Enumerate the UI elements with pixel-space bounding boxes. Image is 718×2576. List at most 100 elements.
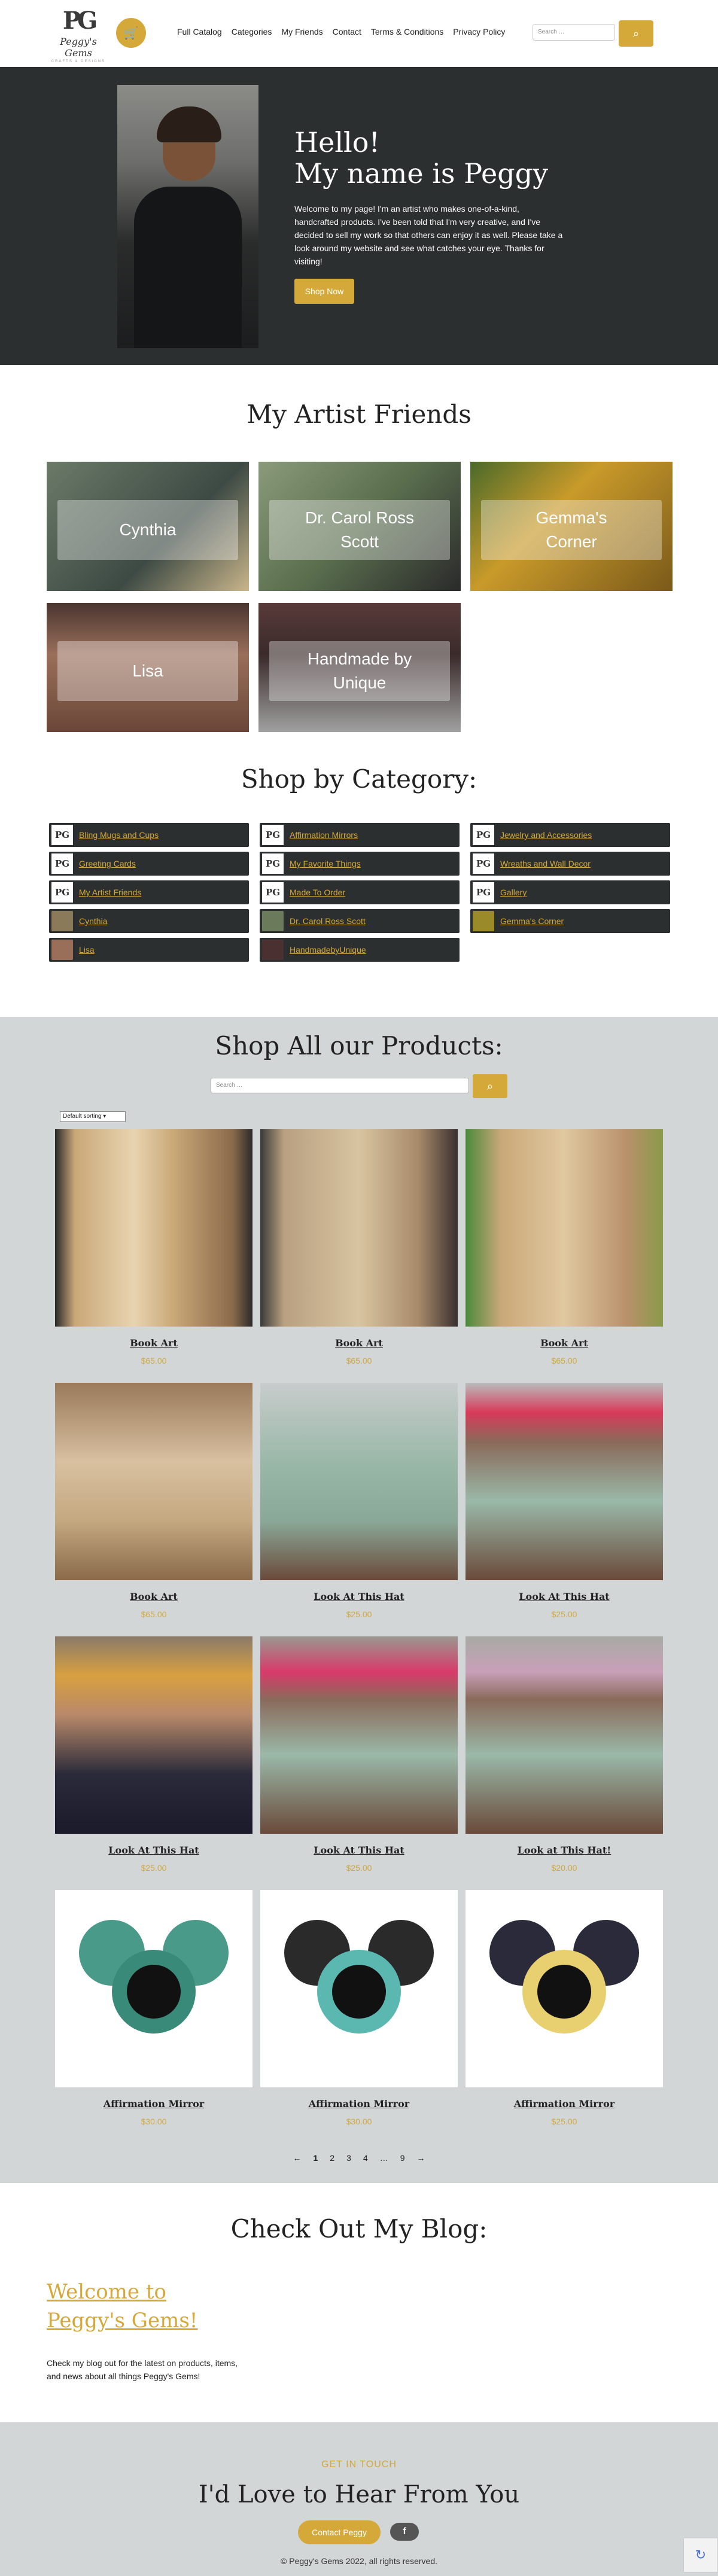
product-image	[260, 1129, 458, 1327]
category-gallery[interactable]: PG Gallery	[470, 880, 670, 904]
blog-post-excerpt: Check my blog out for the latest on prod…	[47, 2358, 238, 2381]
shop-now-button[interactable]: Shop Now	[294, 279, 354, 304]
nav-categories[interactable]: Categories	[232, 27, 272, 36]
pagination: ← 1 2 3 4 … 9 →	[0, 2153, 718, 2163]
shop-title: Shop All our Products:	[215, 1031, 503, 1060]
category-artist-friends[interactable]: PG My Artist Friends	[49, 880, 249, 904]
page-9[interactable]: 9	[400, 2153, 405, 2163]
category-made-to-order[interactable]: PG Made To Order	[260, 880, 460, 904]
facebook-icon[interactable]: f	[390, 2523, 419, 2541]
friend-card-label: Lisa	[57, 641, 238, 701]
page-next[interactable]: →	[416, 2153, 425, 2163]
page-3[interactable]: 3	[346, 2153, 351, 2163]
hero-section: Hello! My name is Peggy Welcome to my pag…	[0, 67, 718, 365]
category-favorite-things[interactable]: PG My Favorite Things	[260, 852, 460, 876]
page-2[interactable]: 2	[330, 2153, 334, 2163]
nav-terms[interactable]: Terms & Conditions	[371, 27, 443, 36]
category-jewelry[interactable]: PG Jewelry and Accessories	[470, 823, 670, 847]
product-image	[55, 1636, 252, 1834]
product-card[interactable]: Book Art $65.00	[55, 1383, 252, 1619]
site-header: PG Peggy's Gems CRAFTS & DESIGNS 🛒 Full …	[0, 0, 718, 67]
category-logo-icon: PG	[262, 853, 284, 874]
category-thumbnail	[262, 940, 284, 960]
product-image	[55, 1890, 252, 2087]
cart-button[interactable]: 🛒	[116, 18, 146, 48]
friend-card-gemma[interactable]: Gemma's Corner	[470, 462, 673, 591]
page-4[interactable]: 4	[363, 2153, 368, 2163]
category-logo-icon: PG	[51, 882, 73, 903]
header-search-input[interactable]: Search …	[533, 24, 615, 41]
category-gemmas-corner[interactable]: Gemma's Corner	[470, 909, 670, 933]
recaptcha-badge[interactable]: ↻	[683, 2538, 718, 2572]
category-greeting-cards[interactable]: PG Greeting Cards	[49, 852, 249, 876]
product-card[interactable]: Affirmation Mirror $25.00	[466, 1890, 663, 2126]
product-card[interactable]: Affirmation Mirror $30.00	[260, 1890, 458, 2126]
product-image	[260, 1636, 458, 1834]
product-search-button[interactable]: ⌕	[473, 1074, 507, 1098]
nav-full-catalog[interactable]: Full Catalog	[177, 27, 222, 36]
nav-privacy[interactable]: Privacy Policy	[453, 27, 505, 36]
category-bling-mugs[interactable]: PG Bling Mugs and Cups	[49, 823, 249, 847]
friend-card-label: Dr. Carol Ross Scott	[269, 500, 450, 560]
product-card[interactable]: Book Art $65.00	[466, 1129, 663, 1365]
hero-title: Hello! My name is Peggy	[294, 126, 549, 190]
categories-title: Shop by Category:	[241, 764, 477, 794]
hero-portrait	[117, 85, 258, 348]
hero-text: Welcome to my page! I'm an artist who ma…	[294, 204, 563, 266]
nav-my-friends[interactable]: My Friends	[281, 27, 323, 36]
product-image	[466, 1129, 663, 1327]
friend-card-carol[interactable]: Dr. Carol Ross Scott	[258, 462, 461, 591]
product-image	[55, 1383, 252, 1580]
product-card[interactable]: Book Art $65.00	[260, 1129, 458, 1365]
product-image	[55, 1129, 252, 1327]
page-prev[interactable]: ←	[293, 2153, 302, 2163]
category-lisa[interactable]: Lisa	[49, 938, 249, 962]
category-carol-ross-scott[interactable]: Dr. Carol Ross Scott	[260, 909, 460, 933]
recaptcha-icon: ↻	[695, 2547, 707, 2562]
search-icon: ⌕	[486, 1080, 494, 1092]
blog-title: Check Out My Blog:	[230, 2214, 488, 2243]
blog-section: Check Out My Blog: Welcome to Peggy's Ge…	[0, 2183, 718, 2422]
product-image	[260, 1383, 458, 1580]
product-card[interactable]: Affirmation Mirror $30.00	[55, 1890, 252, 2126]
product-image	[260, 1890, 458, 2087]
category-wreaths[interactable]: PG Wreaths and Wall Decor	[470, 852, 670, 876]
category-logo-icon: PG	[473, 882, 494, 903]
contact-peggy-button[interactable]: Contact Peggy	[298, 2520, 381, 2544]
category-logo-icon: PG	[51, 825, 73, 845]
category-thumbnail	[262, 911, 284, 931]
header-search-button[interactable]: ⌕	[619, 20, 653, 47]
category-handmade-by-unique[interactable]: HandmadebyUnique	[260, 938, 460, 962]
product-card[interactable]: Book Art $65.00	[55, 1129, 252, 1365]
page-1[interactable]: 1	[314, 2153, 318, 2163]
product-image	[466, 1636, 663, 1834]
blog-post-title[interactable]: Welcome to Peggy's Gems!	[47, 2278, 250, 2335]
product-image	[466, 1383, 663, 1580]
site-logo[interactable]: PG Peggy's Gems CRAFTS & DESIGNS	[45, 5, 111, 63]
shop-section: Shop All our Products: Search … ⌕ Defaul…	[0, 1017, 718, 2183]
category-cynthia[interactable]: Cynthia	[49, 909, 249, 933]
friend-card-cynthia[interactable]: Cynthia	[47, 462, 249, 591]
cart-icon: 🛒	[123, 26, 139, 40]
contact-section: GET IN TOUCH I'd Love to Hear From You C…	[0, 2422, 718, 2576]
nav-contact[interactable]: Contact	[333, 27, 361, 36]
product-image	[466, 1890, 663, 2087]
product-card[interactable]: Look At This Hat $25.00	[260, 1383, 458, 1619]
contact-kicker: GET IN TOUCH	[321, 2459, 397, 2470]
product-card[interactable]: Look At This Hat $25.00	[260, 1636, 458, 1873]
category-logo-icon: PG	[473, 825, 494, 845]
category-logo-icon: PG	[262, 882, 284, 903]
search-icon: ⌕	[632, 27, 640, 39]
product-card[interactable]: Look at This Hat! $20.00	[466, 1636, 663, 1873]
sort-select[interactable]: Default sorting ▾	[60, 1111, 126, 1122]
friends-title: My Artist Friends	[247, 400, 471, 429]
friend-card-label: Gemma's Corner	[481, 500, 662, 560]
product-search-input[interactable]: Search …	[211, 1078, 469, 1093]
category-affirmation-mirrors[interactable]: PG Affirmation Mirrors	[260, 823, 460, 847]
product-card[interactable]: Look At This Hat $25.00	[466, 1383, 663, 1619]
copyright: © Peggy's Gems 2022, all rights reserved…	[281, 2556, 437, 2566]
product-card[interactable]: Look At This Hat $25.00	[55, 1636, 252, 1873]
friend-card-lisa[interactable]: Lisa	[47, 603, 249, 732]
friend-card-unique[interactable]: Handmade by Unique	[258, 603, 461, 732]
logo-name: Peggy's Gems	[60, 36, 97, 59]
